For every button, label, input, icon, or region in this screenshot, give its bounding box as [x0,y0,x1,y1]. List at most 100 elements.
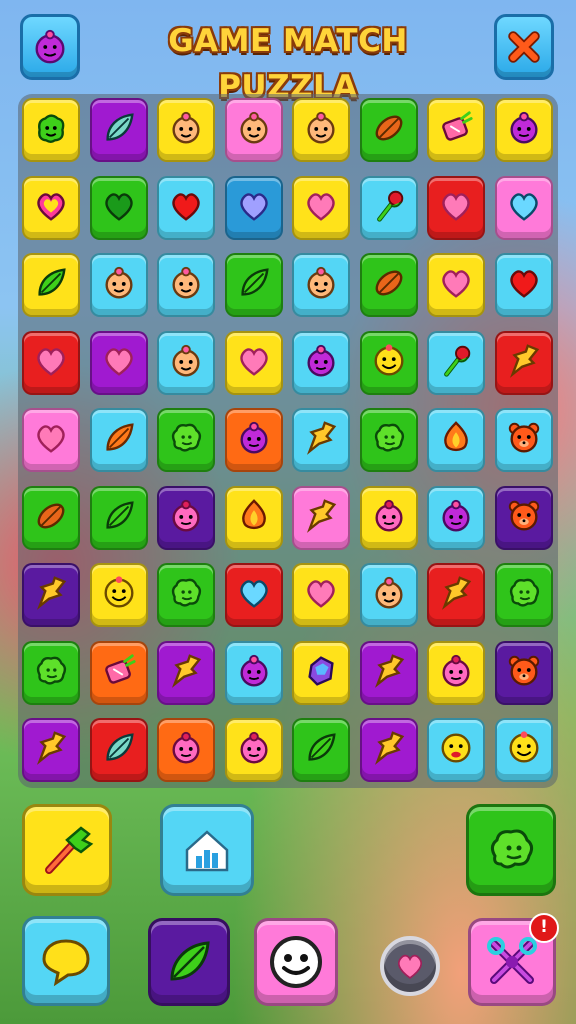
board-tile[interactable] [494,485,553,550]
purple-blob-icon [505,109,543,151]
board-tile[interactable] [359,485,418,550]
face-button[interactable] [254,918,338,1006]
menu-button[interactable] [20,14,80,80]
board-tile[interactable] [157,718,215,782]
board-tile[interactable] [359,253,418,317]
board-tile[interactable] [427,408,485,472]
leaf-green-icon [302,729,340,771]
board-tile[interactable] [22,330,80,395]
board-tile[interactable] [224,408,283,472]
board-tile[interactable] [494,408,553,472]
heart-pink-icon [100,342,138,384]
chat-button[interactable] [22,916,110,1006]
board-tile[interactable] [427,253,485,317]
board-tile[interactable] [427,175,485,240]
leaf-gold-icon [32,729,70,771]
board-tile[interactable] [427,718,485,782]
board-tile[interactable] [89,253,148,317]
board-tile[interactable] [89,640,148,705]
board-tile[interactable] [157,408,215,472]
board-tile[interactable] [224,98,283,162]
board-tile[interactable] [359,563,418,627]
board-tile[interactable] [292,175,350,240]
board-tile[interactable] [22,718,80,782]
board-tile[interactable] [359,408,418,472]
board-tile[interactable] [157,98,215,162]
board-tile[interactable] [224,563,283,627]
board-tile[interactable] [157,485,215,550]
baby-icon [302,109,340,151]
board-tile[interactable] [292,640,350,705]
board-tile[interactable] [22,98,80,162]
board-tile[interactable] [224,253,283,317]
board-tile[interactable] [224,175,283,240]
board-tile[interactable] [427,563,485,627]
close-x-icon [508,31,540,63]
board-tile[interactable] [22,563,80,627]
board-tile[interactable] [89,98,148,162]
board-tile[interactable] [157,330,215,395]
board-tile[interactable] [22,485,80,550]
heart-pink-icon [235,342,273,384]
board-tile[interactable] [89,563,148,627]
board-tile[interactable] [22,253,80,317]
board-tile[interactable] [89,175,148,240]
board-tile[interactable] [292,485,350,550]
board-tile[interactable] [224,718,283,782]
board-tile[interactable] [359,718,418,782]
board-tile[interactable] [89,330,148,395]
heart-button[interactable] [380,936,440,996]
board-tile[interactable] [359,330,418,395]
board-tile[interactable] [292,408,350,472]
board-tile[interactable] [157,175,215,240]
leaf-green-icon [235,264,273,306]
leaf-button[interactable] [148,918,230,1006]
board-tile[interactable] [494,640,553,705]
purple-blob-icon [235,419,273,461]
board-tile[interactable] [224,330,283,395]
bush-powerup-button[interactable] [466,804,556,896]
leaf-icon [170,941,210,981]
board-tile[interactable] [292,718,350,782]
green-blob-icon [32,109,70,151]
board-tile[interactable] [22,640,80,705]
heart-red-icon [505,264,543,306]
sprout-powerup-button[interactable] [22,804,112,896]
board-tile[interactable] [22,408,80,472]
board-tile[interactable] [359,640,418,705]
board-tile[interactable] [224,485,283,550]
board-tile[interactable] [157,253,215,317]
board-tile[interactable] [292,563,350,627]
leaf-green-icon [100,497,138,539]
board-tile[interactable] [427,330,485,395]
close-button[interactable] [494,14,554,80]
board-tile[interactable] [89,408,148,472]
board-tile[interactable] [494,330,553,395]
board-tile[interactable] [494,563,553,627]
board-tile[interactable] [427,98,485,162]
board-tile[interactable] [427,640,485,705]
board-tile[interactable] [89,718,148,782]
board-tile[interactable] [89,485,148,550]
board-tile[interactable] [494,253,553,317]
board-tile[interactable] [494,98,553,162]
board-tile[interactable] [292,98,350,162]
heart-pink-icon [437,264,475,306]
bush-icon [370,419,408,461]
board-tile[interactable] [494,175,553,240]
board-tile[interactable] [427,485,485,550]
board-tile[interactable] [359,98,418,162]
board-tile[interactable] [157,563,215,627]
leaf-green-icon [32,264,70,306]
baby-icon [302,264,340,306]
home-button[interactable] [160,804,254,896]
flame-icon [437,419,475,461]
board-tile[interactable] [359,175,418,240]
board-tile[interactable] [224,640,283,705]
board-tile[interactable] [292,330,350,395]
board-tile[interactable] [22,175,80,240]
board-tile[interactable] [494,718,553,782]
board-tile[interactable] [157,640,215,705]
tools-button[interactable]: ! [468,913,559,1006]
board-tile[interactable] [292,253,350,317]
